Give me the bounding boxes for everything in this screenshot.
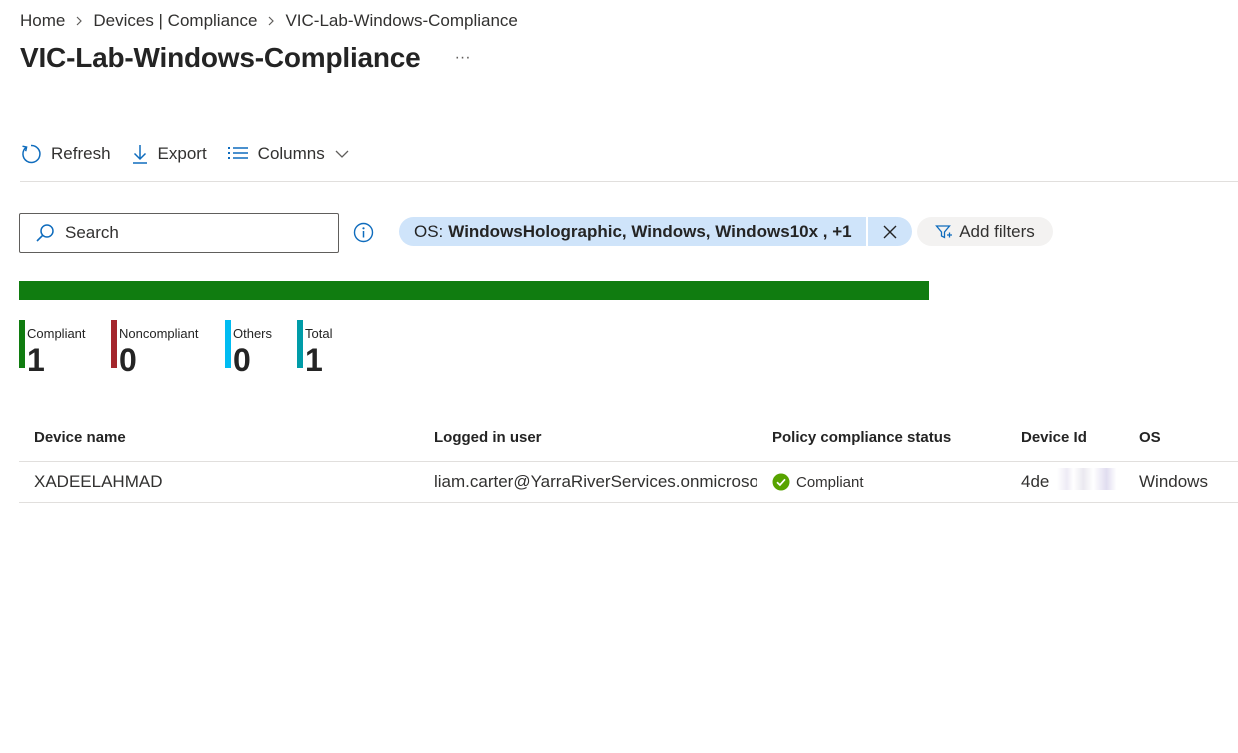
filter-key: OS: [414,221,444,241]
stat-noncompliant: Noncompliant 0 [111,320,199,376]
add-filters-label: Add filters [959,221,1035,241]
stat-label: Compliant [27,326,86,341]
close-icon [882,224,898,240]
device-name-cell: XADEELAHMAD [34,472,163,491]
command-bar: Refresh Export Columns [20,138,1238,170]
chevron-right-icon [257,14,285,29]
stat-value: 1 [27,342,45,378]
column-header-policy-compliance-status[interactable]: Policy compliance status [772,413,1007,461]
column-header-logged-in-user[interactable]: Logged in user [434,413,757,461]
device-table: Device name Logged in user Policy compli… [19,413,1238,503]
stat-marker [297,320,303,368]
refresh-button[interactable]: Refresh [20,143,111,165]
refresh-label: Refresh [51,144,111,163]
download-icon [131,143,149,165]
column-header-device-id[interactable]: Device Id [1021,413,1125,461]
breadcrumb: Home Devices | Compliance VIC-Lab-Window… [20,11,518,31]
stat-marker [225,320,231,368]
list-icon [227,145,249,163]
stat-compliant: Compliant 1 [19,320,86,376]
logged-in-user-cell: liam.carter@YarraRiverServices.onmicroso… [434,472,757,491]
search-icon [35,223,55,243]
breadcrumb-devices-compliance[interactable]: Devices | Compliance [93,11,257,31]
status-text: Compliant [796,473,864,491]
check-circle-icon [772,473,790,491]
stat-label: Noncompliant [119,326,199,341]
add-filters-button[interactable]: Add filters [917,217,1053,246]
device-id-cell: 4de e [1021,462,1125,502]
os-filter-pill: OS: WindowsHolographic, Windows, Windows… [399,217,912,246]
export-label: Export [157,144,207,163]
columns-button[interactable]: Columns [227,144,349,164]
title-row: VIC-Lab-Windows-Compliance ··· [20,42,475,74]
filter-icon [935,224,953,240]
stat-marker [19,320,25,368]
compliance-progress-bar [19,281,929,300]
search-box[interactable] [19,213,339,253]
toolbar-divider [20,181,1238,182]
stat-value: 0 [119,342,137,378]
column-header-device-name[interactable]: Device name [34,413,414,461]
compliance-policy-page: Home Devices | Compliance VIC-Lab-Window… [0,0,1238,753]
stat-label: Others [233,326,273,341]
stat-total: Total 1 [297,320,333,376]
refresh-icon [20,143,42,165]
breadcrumb-current: VIC-Lab-Windows-Compliance [285,11,518,30]
redacted-block [1057,468,1123,490]
info-icon[interactable] [353,222,374,243]
chevron-down-icon [335,149,349,159]
remove-filter-button[interactable] [865,217,912,246]
breadcrumb-home[interactable]: Home [20,11,65,31]
filter-value: WindowsHolographic, Windows, Windows10x … [448,221,852,241]
stat-label: Total [305,326,333,341]
stat-value: 0 [233,342,251,378]
device-id-start: 4de [1021,472,1050,491]
page-title: VIC-Lab-Windows-Compliance [20,42,421,73]
column-header-os[interactable]: OS [1139,413,1238,461]
stat-others: Others 0 [225,320,273,376]
chevron-right-icon [65,14,93,29]
os-filter-edit[interactable]: OS: WindowsHolographic, Windows, Windows… [399,217,866,246]
table-header: Device name Logged in user Policy compli… [19,413,1238,462]
status-cell: Compliant [772,462,1007,502]
compliance-progress-fill [19,281,929,300]
table-row[interactable]: XADEELAHMAD liam.carter@YarraRiverServic… [19,462,1238,503]
columns-label: Columns [257,144,325,163]
more-options-button[interactable]: ··· [451,48,475,68]
search-input[interactable] [63,222,317,244]
stat-marker [111,320,117,368]
export-button[interactable]: Export [131,143,207,165]
os-cell: Windows [1139,472,1208,491]
stat-value: 1 [305,342,323,378]
